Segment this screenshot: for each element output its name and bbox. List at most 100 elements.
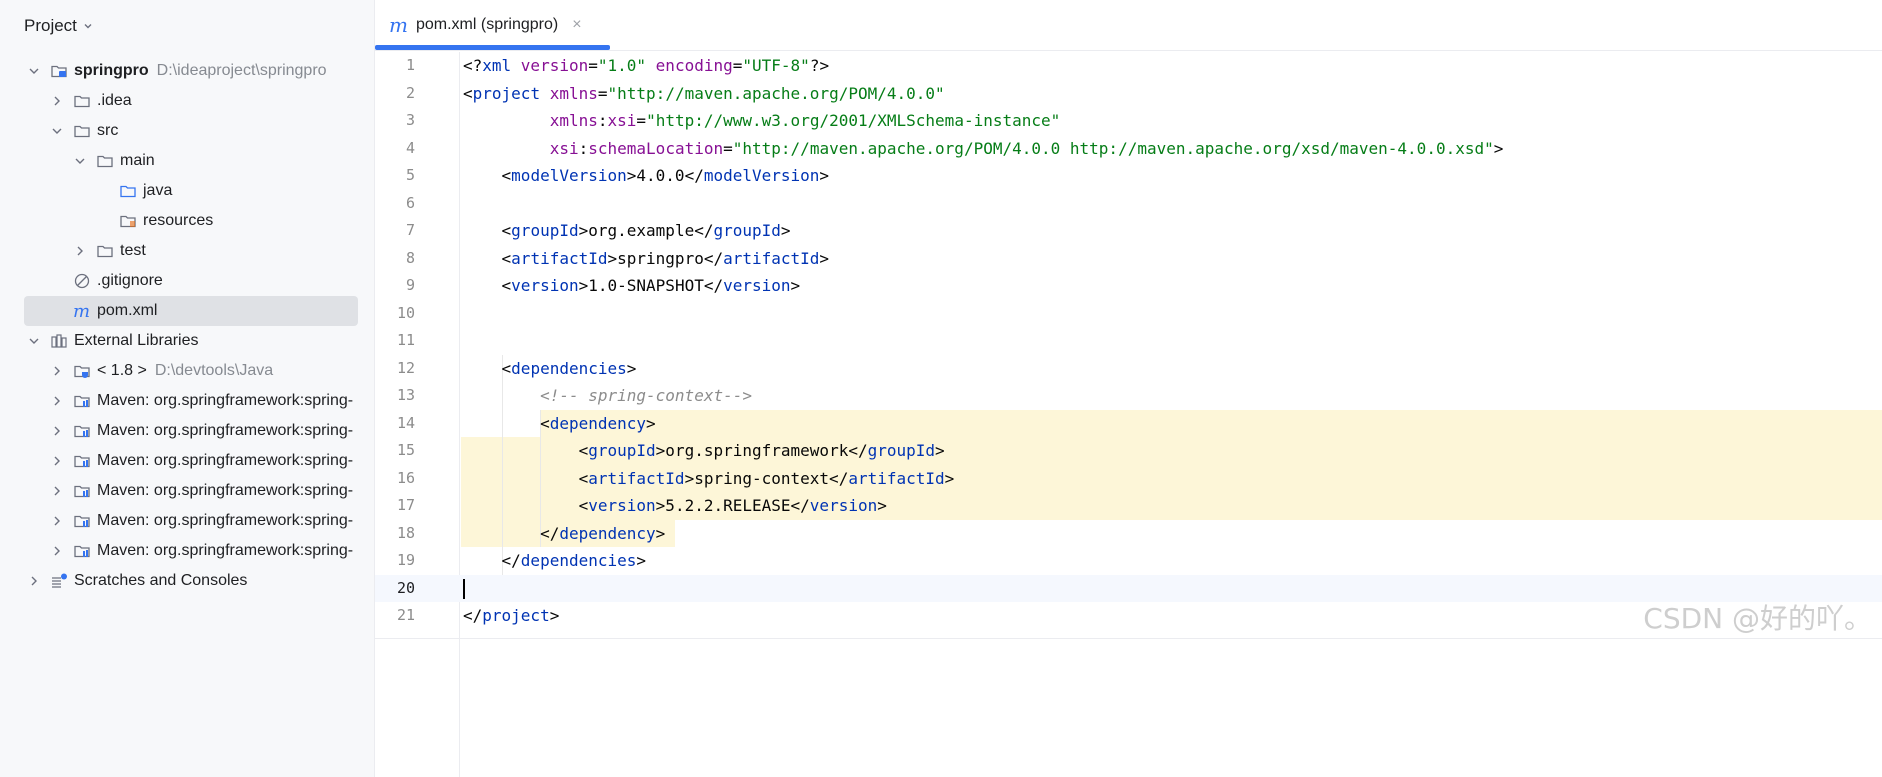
close-icon[interactable]: × xyxy=(572,16,581,34)
line-number: 14 xyxy=(396,413,415,432)
code-line: 3 xmlns:xsi="http://www.w3.org/2001/XMLS… xyxy=(375,107,1882,135)
tree-item-label: springpro D:\ideaproject\springpro xyxy=(74,62,327,79)
chevron-down-icon[interactable] xyxy=(51,125,63,137)
editor-tab-bar: m pom.xml (springpro) × xyxy=(375,0,1882,51)
code-line: 10 xyxy=(375,300,1882,328)
code-text: <groupId>org.springframework</groupId> xyxy=(463,441,945,460)
editor-panel: m pom.xml (springpro) × 1 <?xml version="… xyxy=(375,0,1882,777)
line-number: 13 xyxy=(396,386,415,404)
tree-item[interactable]: Maven: org.springframework:spring- xyxy=(24,476,358,506)
tree-item-label: Maven: org.springframework:spring- xyxy=(97,452,354,469)
maven-library-icon xyxy=(73,452,91,470)
line-number: 20 xyxy=(396,578,415,597)
code-line: 17 <version>5.2.2.RELEASE</version> xyxy=(375,492,1882,520)
tree-item-label: pom.xml xyxy=(97,302,158,319)
line-number: 7 xyxy=(405,221,415,239)
tree-item[interactable]: Maven: org.springframework:spring- xyxy=(24,386,358,416)
code-editor[interactable]: 1 <?xml version="1.0" encoding="UTF-8"?> 2… xyxy=(375,52,1882,777)
code-line: 11 xyxy=(375,327,1882,355)
maven-library-icon xyxy=(73,542,91,560)
code-text: <!-- spring-context--> xyxy=(540,386,752,405)
chevron-right-icon[interactable] xyxy=(51,95,63,107)
chevron-right-icon[interactable] xyxy=(51,545,63,557)
code-line: 12 <dependencies> xyxy=(375,355,1882,383)
chevron-down-icon[interactable] xyxy=(28,335,40,347)
tree-item[interactable]: .gitignore xyxy=(24,266,358,296)
tree-item[interactable]: Maven: org.springframework:spring- xyxy=(24,536,358,566)
tree-item[interactable]: main xyxy=(24,146,358,176)
code-line: 14 <dependency> xyxy=(375,410,1882,438)
maven-file-icon: m xyxy=(389,13,408,37)
tab-label: pom.xml (springpro) xyxy=(415,16,559,33)
code-text: </dependencies> xyxy=(463,551,647,570)
chevron-right-icon[interactable] xyxy=(51,425,63,437)
code-line: 8 <artifactId>springpro</artifactId> xyxy=(375,245,1882,273)
tree-item[interactable]: java xyxy=(24,176,358,206)
chevron-right-icon[interactable] xyxy=(51,485,63,497)
resources-folder-icon xyxy=(119,212,137,230)
editor-tab-pom[interactable]: m pom.xml (springpro) × xyxy=(375,0,610,50)
maven-library-icon xyxy=(73,422,91,440)
source-folder-icon xyxy=(119,182,137,200)
tree-item[interactable]: test xyxy=(24,236,358,266)
chevron-right-icon[interactable] xyxy=(51,365,63,377)
tree-item[interactable]: .idea xyxy=(24,86,358,116)
tree-item-label: Scratches and Consoles xyxy=(74,572,248,589)
line-number: 17 xyxy=(396,496,415,514)
tree-item[interactable]: External Libraries xyxy=(24,326,358,356)
code-text: <project xmlns="http://maven.apache.org/… xyxy=(463,83,945,103)
code-line: 13 <!-- spring-context--> xyxy=(375,382,1882,410)
code-text: <groupId>org.example</groupId> xyxy=(463,221,791,240)
chevron-down-icon xyxy=(84,24,92,29)
tree-item-label: External Libraries xyxy=(74,332,199,349)
code-line: 7 <groupId>org.example</groupId> xyxy=(375,217,1882,245)
chevron-right-icon[interactable] xyxy=(74,245,86,257)
code-text: <dependency> xyxy=(463,413,656,433)
code-line: 18 </dependency> xyxy=(375,520,1882,548)
project-view-selector[interactable]: Project xyxy=(24,14,93,38)
chevron-right-icon[interactable] xyxy=(51,455,63,467)
code-text: <dependencies> xyxy=(463,358,637,378)
tree-item[interactable]: Maven: org.springframework:spring- xyxy=(24,446,358,476)
code-line: 2 <project xmlns="http://maven.apache.org… xyxy=(375,80,1882,108)
chevron-down-icon[interactable] xyxy=(74,155,86,167)
tree-item-label: .gitignore xyxy=(97,272,163,289)
maven-library-icon xyxy=(73,392,91,410)
tree-item-label: test xyxy=(120,242,146,259)
maven-library-icon xyxy=(73,482,91,500)
tree-item-path: D:\ideaproject\springpro xyxy=(156,62,327,79)
active-tab-indicator xyxy=(375,45,610,50)
tree-item[interactable]: Maven: org.springframework:spring- xyxy=(24,506,358,536)
tree-item[interactable]: m pom.xml xyxy=(24,296,358,326)
line-number: 19 xyxy=(396,551,415,569)
libraries-icon xyxy=(50,332,68,350)
code-text: <version>5.2.2.RELEASE</version> xyxy=(463,496,887,515)
chevron-right-icon[interactable] xyxy=(51,515,63,527)
code-line: 15 <groupId>org.springframework</groupId… xyxy=(375,437,1882,465)
tree-item[interactable]: resources xyxy=(24,206,358,236)
tree-item[interactable]: Scratches and Consoles xyxy=(24,566,358,596)
folder-icon xyxy=(73,122,91,140)
line-number: 16 xyxy=(396,468,415,487)
chevron-down-icon[interactable] xyxy=(28,65,40,77)
tree-item[interactable]: springpro D:\ideaproject\springpro xyxy=(24,56,358,86)
tree-item[interactable]: < 1.8 > D:\devtools\Java xyxy=(24,356,358,386)
code-text: <version>1.0-SNAPSHOT</version> xyxy=(463,276,801,295)
line-number: 9 xyxy=(405,276,415,294)
module-folder-icon xyxy=(50,62,68,80)
folder-icon xyxy=(96,152,114,170)
tree-item-label: .idea xyxy=(97,92,132,109)
tree-item-label: Maven: org.springframework:spring- xyxy=(97,392,354,409)
code-line: 4 xsi:schemaLocation="http://maven.apach… xyxy=(375,135,1882,163)
tree-item[interactable]: Maven: org.springframework:spring- xyxy=(24,416,358,446)
chevron-right-icon[interactable] xyxy=(28,575,40,587)
chevron-right-icon[interactable] xyxy=(51,395,63,407)
scratches-icon xyxy=(50,572,68,590)
tree-item[interactable]: src xyxy=(24,116,358,146)
code-text: <?xml version="1.0" encoding="UTF-8"?> xyxy=(463,56,830,75)
line-number: 6 xyxy=(405,193,415,212)
tree-item-label: Maven: org.springframework:spring- xyxy=(97,512,354,529)
line-number: 21 xyxy=(396,606,415,624)
code-line: 16 <artifactId>spring-context</artifactI… xyxy=(375,465,1882,493)
project-view-title: Project xyxy=(24,16,77,35)
